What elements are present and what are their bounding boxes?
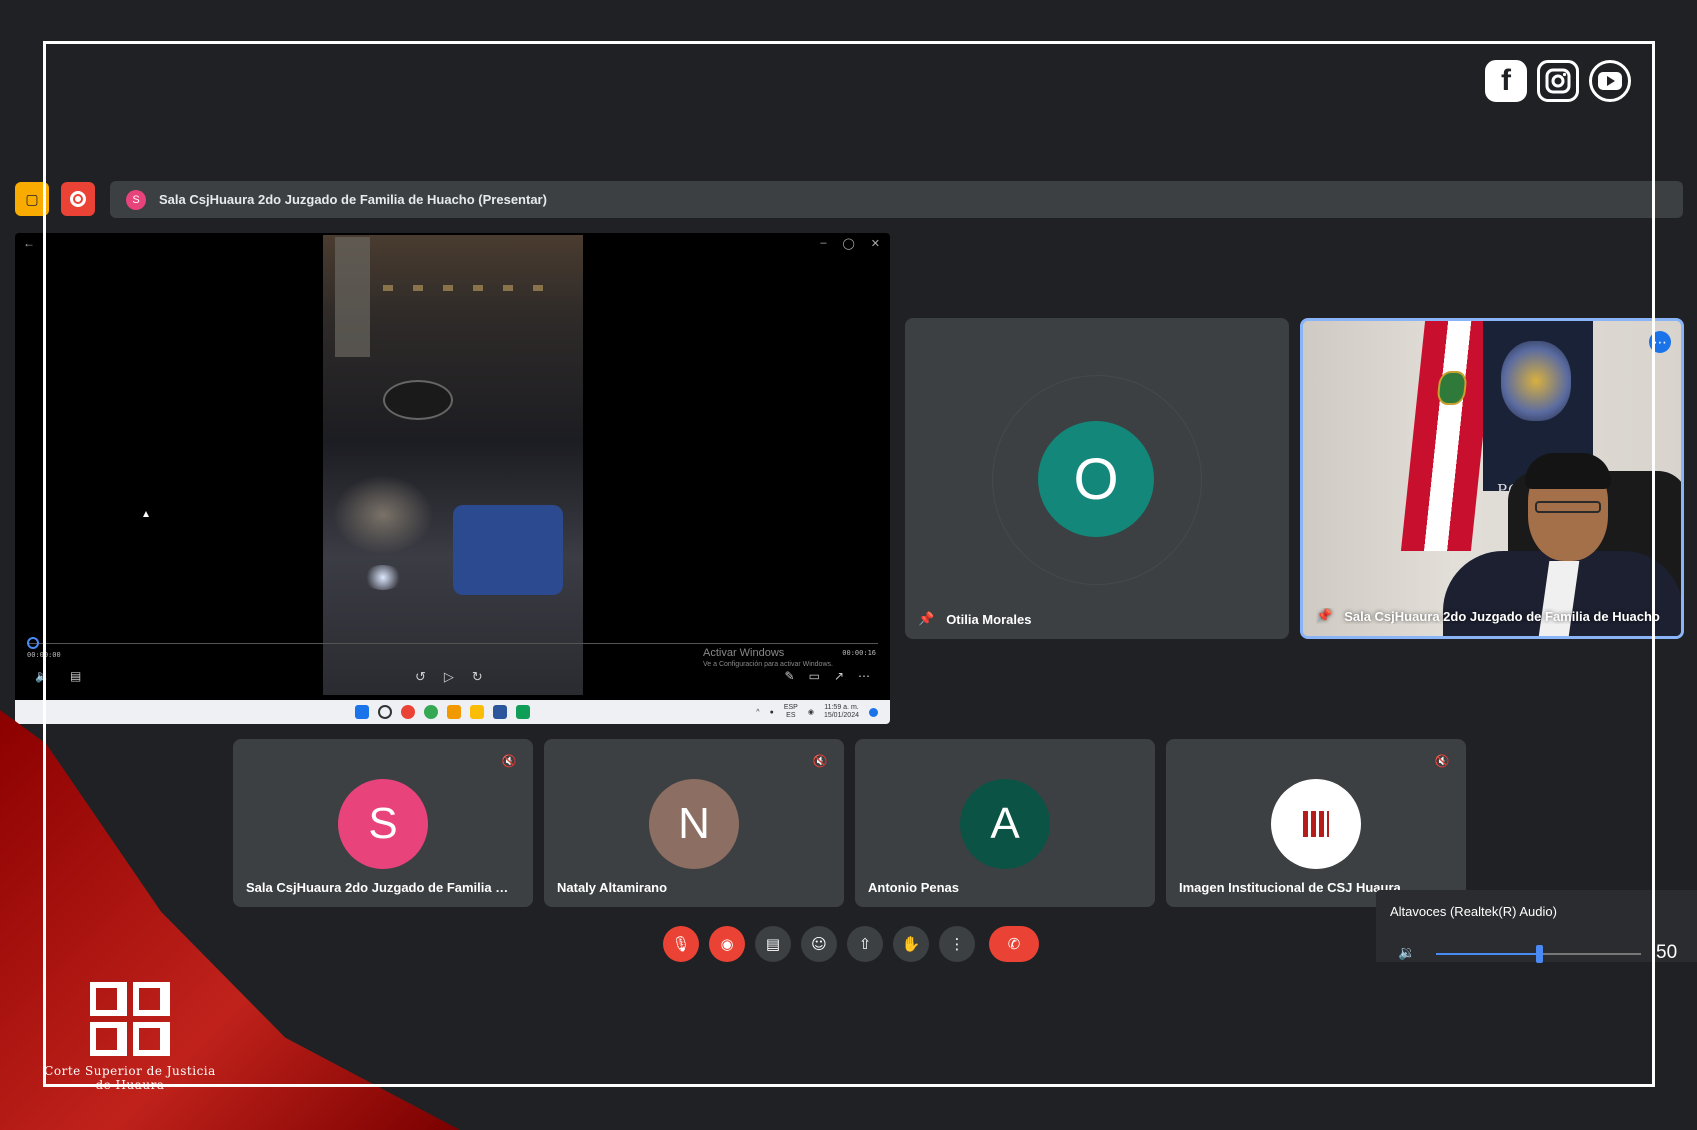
network-icon[interactable]: ◉	[808, 708, 814, 716]
window-controls: – ◯ ✕	[820, 237, 880, 250]
participant-name: Sala CsjHuaura 2do Juzgado de Familia de…	[1344, 608, 1660, 624]
participant-tile[interactable]: 🔇 S Sala CsjHuaura 2do Juzgado de Famili…	[233, 739, 533, 907]
logo-text-line1: Corte Superior de Justicia	[44, 1064, 216, 1078]
subtitles-icon[interactable]: ▤	[70, 669, 81, 683]
shared-screen: ← – ◯ ✕ 00:00:00 00:00:16 🔈 ▤ ↺ ▷ ↻ ✎ ▭ …	[15, 233, 890, 724]
avatar: N	[649, 779, 739, 869]
search-icon[interactable]	[378, 705, 392, 719]
video-frame	[323, 235, 583, 695]
time-elapsed: 00:00:00	[27, 651, 61, 659]
csj-logo: Corte Superior de Justicia de Huaura	[30, 982, 230, 1092]
participant-name: Nataly Altamirano	[557, 880, 668, 895]
video-progress-bar[interactable]	[27, 643, 878, 644]
cast-icon[interactable]: ▭	[809, 669, 820, 683]
mic-tray-icon[interactable]: ●	[770, 709, 774, 716]
more-options-icon[interactable]: ⋮	[939, 926, 975, 962]
storefront-logo	[383, 380, 453, 420]
emoji-icon[interactable]: ☺	[801, 926, 837, 962]
camera-off-icon[interactable]: ◉	[709, 926, 745, 962]
minimize-icon[interactable]: –	[820, 237, 826, 250]
end-call-icon[interactable]: ✆	[989, 926, 1039, 962]
mic-muted-icon: 🔇	[1434, 754, 1450, 768]
pin-icon[interactable]: 📌	[1316, 608, 1332, 624]
mic-muted-icon: 🔇	[501, 754, 517, 768]
participant-name: Imagen Institucional de CSJ Huaura	[1179, 880, 1401, 895]
back-arrow-icon[interactable]: ←	[23, 236, 35, 250]
instagram-icon	[1537, 60, 1579, 102]
language-indicator[interactable]: ESP ES	[784, 704, 798, 720]
volume-slider[interactable]	[1436, 945, 1641, 963]
presenter-bar: S Sala CsjHuaura 2do Juzgado de Familia …	[110, 181, 1683, 218]
more-options-icon[interactable]: ⋯	[1649, 331, 1671, 353]
start-icon[interactable]	[355, 705, 369, 719]
play-icon[interactable]: ▷	[444, 669, 454, 685]
raise-hand-icon[interactable]: ✋	[893, 926, 929, 962]
more-icon[interactable]: ⋯	[858, 669, 870, 683]
mic-off-icon[interactable]: 🎙	[663, 926, 699, 962]
call-controls: 🎙 ◉ ▤ ☺ ⇧ ✋ ⋮ ✆	[663, 926, 1039, 962]
tray-chevron-icon[interactable]: ^	[756, 709, 759, 716]
record-icon[interactable]	[61, 182, 95, 216]
restore-icon[interactable]: ◯	[842, 237, 854, 250]
paint-icon[interactable]	[447, 705, 461, 719]
chrome-profile-icon[interactable]	[424, 705, 438, 719]
windows-taskbar: ^ ● ESP ES ◉ 11:59 a. m. 15/01/2024	[15, 700, 890, 724]
stop-presenting-icon[interactable]: ▢	[15, 182, 49, 216]
participant-name: Antonio Penas	[868, 880, 960, 895]
fullscreen-icon[interactable]: ↗	[834, 669, 844, 683]
captions-icon[interactable]: ▤	[755, 926, 791, 962]
participant-name: Sala CsjHuaura 2do Juzgado de Familia de…	[246, 880, 516, 895]
volume-value: 50	[1656, 942, 1678, 963]
mouse-cursor-icon	[143, 511, 149, 517]
volume-icon[interactable]: 🔈	[35, 669, 50, 683]
pin-icon[interactable]: 📌	[918, 611, 934, 627]
logo-text-line2: de Huaura	[95, 1078, 165, 1092]
participant-tile-active-speaker[interactable]: PODER ⋯ 📌 Sala CsjHuaura 2do Juzgado de …	[1300, 318, 1684, 639]
notification-icon[interactable]	[869, 707, 878, 717]
speaker-icon[interactable]: 🔉	[1398, 944, 1415, 961]
mic-muted-icon: 🔇	[812, 754, 828, 768]
presenter-avatar: S	[126, 189, 146, 210]
taskbar-clock[interactable]: 11:59 a. m. 15/01/2024	[824, 704, 859, 720]
avatar-logo	[1271, 779, 1361, 869]
participant-name: Otilia Morales	[946, 611, 1032, 627]
facebook-icon: f	[1485, 60, 1527, 102]
youtube-icon	[1589, 60, 1631, 102]
chrome-icon[interactable]	[401, 705, 415, 719]
forward-icon[interactable]: ↻	[472, 669, 483, 685]
csj-logo-icon	[1303, 811, 1329, 837]
present-icon[interactable]: ⇧	[847, 926, 883, 962]
participant-tile[interactable]: O 📌 Otilia Morales	[905, 318, 1289, 639]
video-progress-handle[interactable]	[27, 637, 39, 649]
avatar: A	[960, 779, 1050, 869]
word-icon[interactable]	[493, 705, 507, 719]
volume-popup: Altavoces (Realtek(R) Audio) 🔉 50	[1376, 890, 1697, 963]
edit-icon[interactable]: ✎	[785, 669, 795, 683]
presenter-label: Sala CsjHuaura 2do Juzgado de Familia de…	[159, 192, 547, 207]
time-total: 00:00:16	[842, 649, 876, 657]
volume-slider-thumb[interactable]	[1535, 945, 1543, 963]
avatar: S	[338, 779, 428, 869]
participant-tile[interactable]: A Antonio Penas	[855, 739, 1155, 907]
audio-device-label: Altavoces (Realtek(R) Audio)	[1390, 904, 1557, 919]
avatar: O	[1038, 421, 1154, 537]
activate-windows-watermark: Activar Windows Ve a Configuración para …	[703, 647, 833, 668]
media-player-icon[interactable]	[516, 705, 530, 719]
folder-icon[interactable]	[470, 705, 484, 719]
csj-mark-icon	[90, 982, 170, 1056]
participant-tile[interactable]: 🔇 N Nataly Altamirano	[544, 739, 844, 907]
rewind-icon[interactable]: ↺	[415, 669, 426, 685]
participant-tile[interactable]: 🔇 Imagen Institucional de CSJ Huaura	[1166, 739, 1466, 907]
social-icons: f	[1485, 60, 1631, 102]
close-icon[interactable]: ✕	[871, 237, 880, 250]
